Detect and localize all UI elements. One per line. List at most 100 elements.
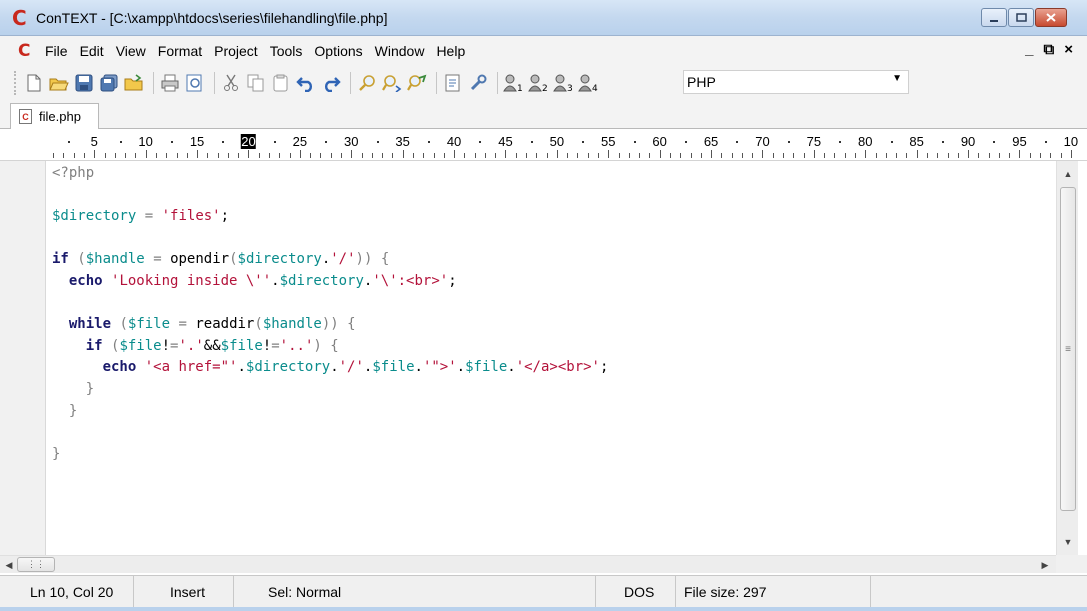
user-command-1-button[interactable]: 1 — [503, 71, 525, 95]
menu-project[interactable]: Project — [213, 43, 259, 59]
open-folder-button[interactable] — [123, 71, 145, 95]
document-logo-icon[interactable]: C — [18, 41, 36, 61]
code-token: 'files' — [161, 208, 221, 225]
menu-format[interactable]: Format — [157, 43, 203, 59]
ruler-tick — [83, 153, 85, 158]
line-gutter[interactable] — [0, 161, 46, 555]
ruler-dot — [376, 141, 379, 143]
ruler-tick — [896, 153, 898, 158]
replace-button[interactable] — [406, 71, 428, 95]
code-line[interactable]: echo 'Looking inside \''.$directory.'\':… — [52, 270, 457, 292]
document-close-button[interactable]: × — [1064, 41, 1073, 58]
code-line[interactable]: } — [52, 400, 77, 422]
document-minimize-button[interactable]: _ — [1025, 41, 1033, 58]
code-line[interactable]: while ($file = readdir($handle)) { — [52, 313, 356, 335]
ruler-tick — [885, 153, 887, 158]
ruler-dot — [736, 141, 739, 143]
scroll-down-arrow-icon[interactable]: ▼ — [1057, 533, 1079, 551]
code-token: . — [237, 359, 246, 376]
ruler-dot — [530, 141, 533, 143]
menu-options[interactable]: Options — [313, 43, 363, 59]
code-line[interactable]: echo '<a href="'.$directory.'/'.$file.'"… — [52, 356, 609, 378]
code-token: . — [271, 273, 280, 289]
user-command-3-button[interactable]: 3 — [553, 71, 575, 95]
print-button[interactable] — [159, 71, 181, 95]
horizontal-scrollbar[interactable]: ◀ ⋮⋮ ▶ — [0, 555, 1056, 573]
ruler-tick — [813, 150, 815, 158]
menu-tools[interactable]: Tools — [269, 43, 304, 59]
tools-button[interactable] — [467, 71, 489, 95]
ruler-label: 30 — [344, 134, 359, 149]
toolbar-grip[interactable] — [14, 71, 17, 95]
find-next-button[interactable] — [381, 71, 403, 95]
minimize-button[interactable] — [981, 8, 1007, 27]
save-icon — [75, 74, 93, 92]
print-preview-button[interactable] — [184, 71, 206, 95]
vertical-scroll-thumb[interactable]: ≡ — [1060, 187, 1076, 511]
code-token: if — [52, 251, 69, 268]
code-line[interactable]: $directory = 'files'; — [52, 205, 229, 227]
code-token: $directory — [279, 273, 364, 289]
user-command-2-button[interactable]: 2 — [528, 71, 550, 95]
ruler-tick — [412, 153, 414, 158]
tab-file-php[interactable]: C file.php — [10, 103, 99, 129]
scroll-up-arrow-icon[interactable]: ▲ — [1057, 165, 1079, 183]
undo-button[interactable] — [295, 71, 317, 95]
maximize-button[interactable] — [1008, 8, 1034, 27]
code-line[interactable]: if ($handle = opendir($directory.'/')) { — [52, 248, 389, 270]
ruler-tick — [988, 153, 990, 158]
code-token: $file — [119, 337, 162, 354]
find-button[interactable] — [356, 71, 378, 95]
ruler-tick — [125, 153, 127, 158]
close-button[interactable] — [1035, 8, 1067, 27]
new-file-button[interactable] — [23, 71, 45, 95]
cut-button[interactable] — [220, 71, 242, 95]
code-line[interactable]: <?php — [52, 162, 94, 184]
ruler-tick — [484, 153, 486, 158]
ruler-tick — [618, 153, 620, 158]
ruler-dot — [68, 141, 71, 143]
ruler-tick — [978, 153, 980, 158]
redo-button[interactable] — [320, 71, 342, 95]
ruler-tick — [279, 153, 281, 158]
file-properties-button[interactable] — [442, 71, 464, 95]
code-line[interactable]: } — [52, 443, 60, 465]
code-line[interactable]: if ($file!='.'&&$file!='..') { — [52, 335, 339, 357]
scroll-left-arrow-icon[interactable]: ◀ — [0, 556, 18, 574]
user-command-4-button[interactable]: 4 — [578, 71, 600, 95]
paste-button[interactable] — [270, 71, 292, 95]
scroll-right-arrow-icon[interactable]: ▶ — [1036, 556, 1054, 574]
menu-edit[interactable]: Edit — [79, 43, 105, 59]
status-mode: Insert — [134, 576, 234, 608]
ruler-tick — [515, 153, 517, 158]
menu-view[interactable]: View — [115, 43, 147, 59]
code-token: ( — [254, 316, 263, 333]
open-file-button[interactable] — [48, 71, 70, 95]
menu-help[interactable]: Help — [435, 43, 466, 59]
menu-file[interactable]: File — [44, 43, 69, 59]
svg-text:2: 2 — [542, 84, 548, 92]
copy-button[interactable] — [245, 71, 267, 95]
horizontal-scroll-thumb[interactable]: ⋮⋮ — [17, 557, 55, 572]
code-token: ) — [313, 337, 322, 354]
ruler-tick — [73, 153, 75, 158]
redo-icon — [325, 77, 341, 92]
save-all-button[interactable] — [98, 71, 120, 95]
ruler-dot — [171, 141, 174, 143]
menu-window[interactable]: Window — [374, 43, 426, 59]
ruler-dot — [942, 141, 945, 143]
document-restore-button[interactable]: ⧉ — [1044, 41, 1055, 58]
vertical-scrollbar[interactable]: ▲ ≡ ▼ — [1056, 161, 1078, 555]
code-editor[interactable]: <?php $directory = 'files'; if ($handle = … — [46, 161, 1056, 555]
highlighter-select[interactable]: PHP ▼ — [683, 70, 909, 94]
ruler-dot — [325, 141, 328, 143]
ruler-label: 70 — [755, 134, 770, 149]
ruler-tick — [1060, 153, 1062, 158]
ruler-tick — [258, 153, 260, 158]
save-button[interactable] — [73, 71, 95, 95]
ruler-tick — [1050, 153, 1052, 158]
ruler-tick — [926, 153, 928, 158]
code-line[interactable]: } — [52, 378, 94, 400]
